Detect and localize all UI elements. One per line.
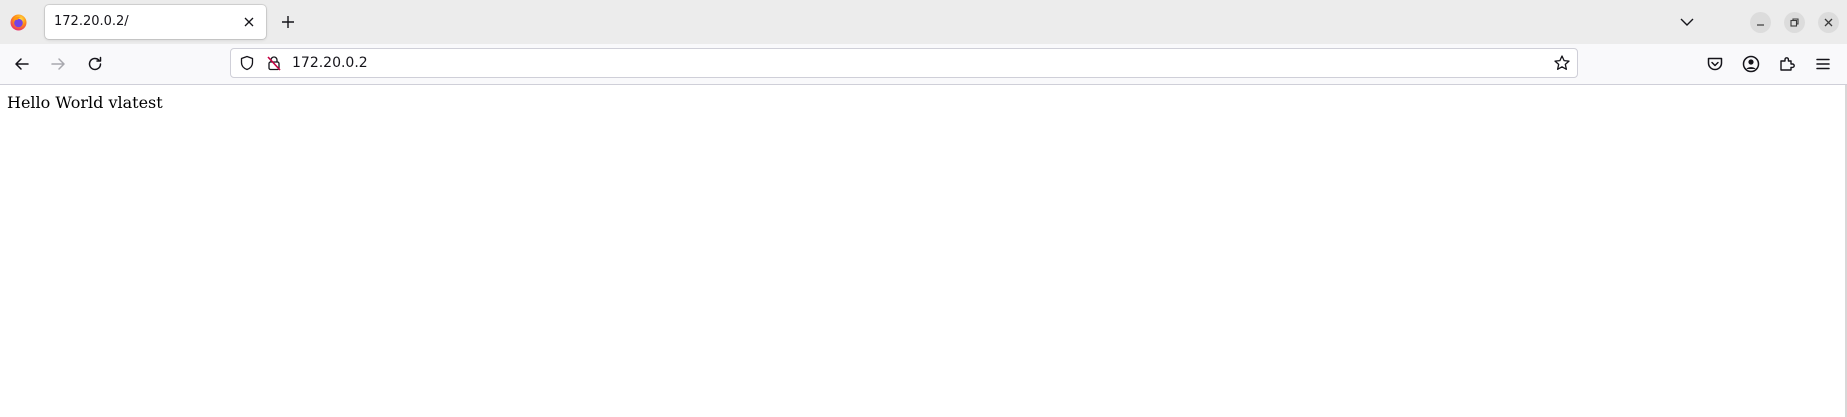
account-icon[interactable] <box>1741 54 1761 74</box>
address-bar[interactable]: 172.20.0.2 <box>230 48 1578 78</box>
star-icon[interactable] <box>1553 54 1571 72</box>
shield-icon[interactable] <box>239 55 255 71</box>
tab-strip: 172.20.0.2/ <box>0 0 1847 44</box>
browser-window: 172.20.0.2/ 172.20.0.2 Hello World vlate… <box>0 0 1847 417</box>
close-window-button[interactable] <box>1818 12 1839 33</box>
restore-button[interactable] <box>1784 12 1805 33</box>
minimize-button[interactable] <box>1750 12 1771 33</box>
pocket-icon[interactable] <box>1705 54 1725 74</box>
arrow-right-icon[interactable] <box>48 54 68 74</box>
minimize-icon <box>1757 24 1764 26</box>
chevron-down-icon[interactable] <box>1678 13 1696 31</box>
url-text[interactable]: 172.20.0.2 <box>292 55 368 71</box>
hamburger-menu-icon[interactable] <box>1813 54 1833 74</box>
page-content: Hello World vlatest <box>0 85 1847 417</box>
insecure-lock-icon[interactable] <box>266 55 282 71</box>
page-body-text: Hello World vlatest <box>7 93 163 112</box>
firefox-logo-icon[interactable] <box>10 14 27 31</box>
close-icon[interactable] <box>241 14 257 30</box>
arrow-left-icon[interactable] <box>12 54 32 74</box>
reload-icon[interactable] <box>85 54 105 74</box>
puzzle-icon[interactable] <box>1777 54 1797 74</box>
plus-icon[interactable] <box>279 13 297 31</box>
restore-icon <box>1790 18 1799 27</box>
navigation-toolbar: 172.20.0.2 <box>0 44 1847 85</box>
close-icon <box>1824 18 1833 27</box>
tab-title: 172.20.0.2/ <box>54 14 129 29</box>
tab-active[interactable]: 172.20.0.2/ <box>45 5 266 39</box>
